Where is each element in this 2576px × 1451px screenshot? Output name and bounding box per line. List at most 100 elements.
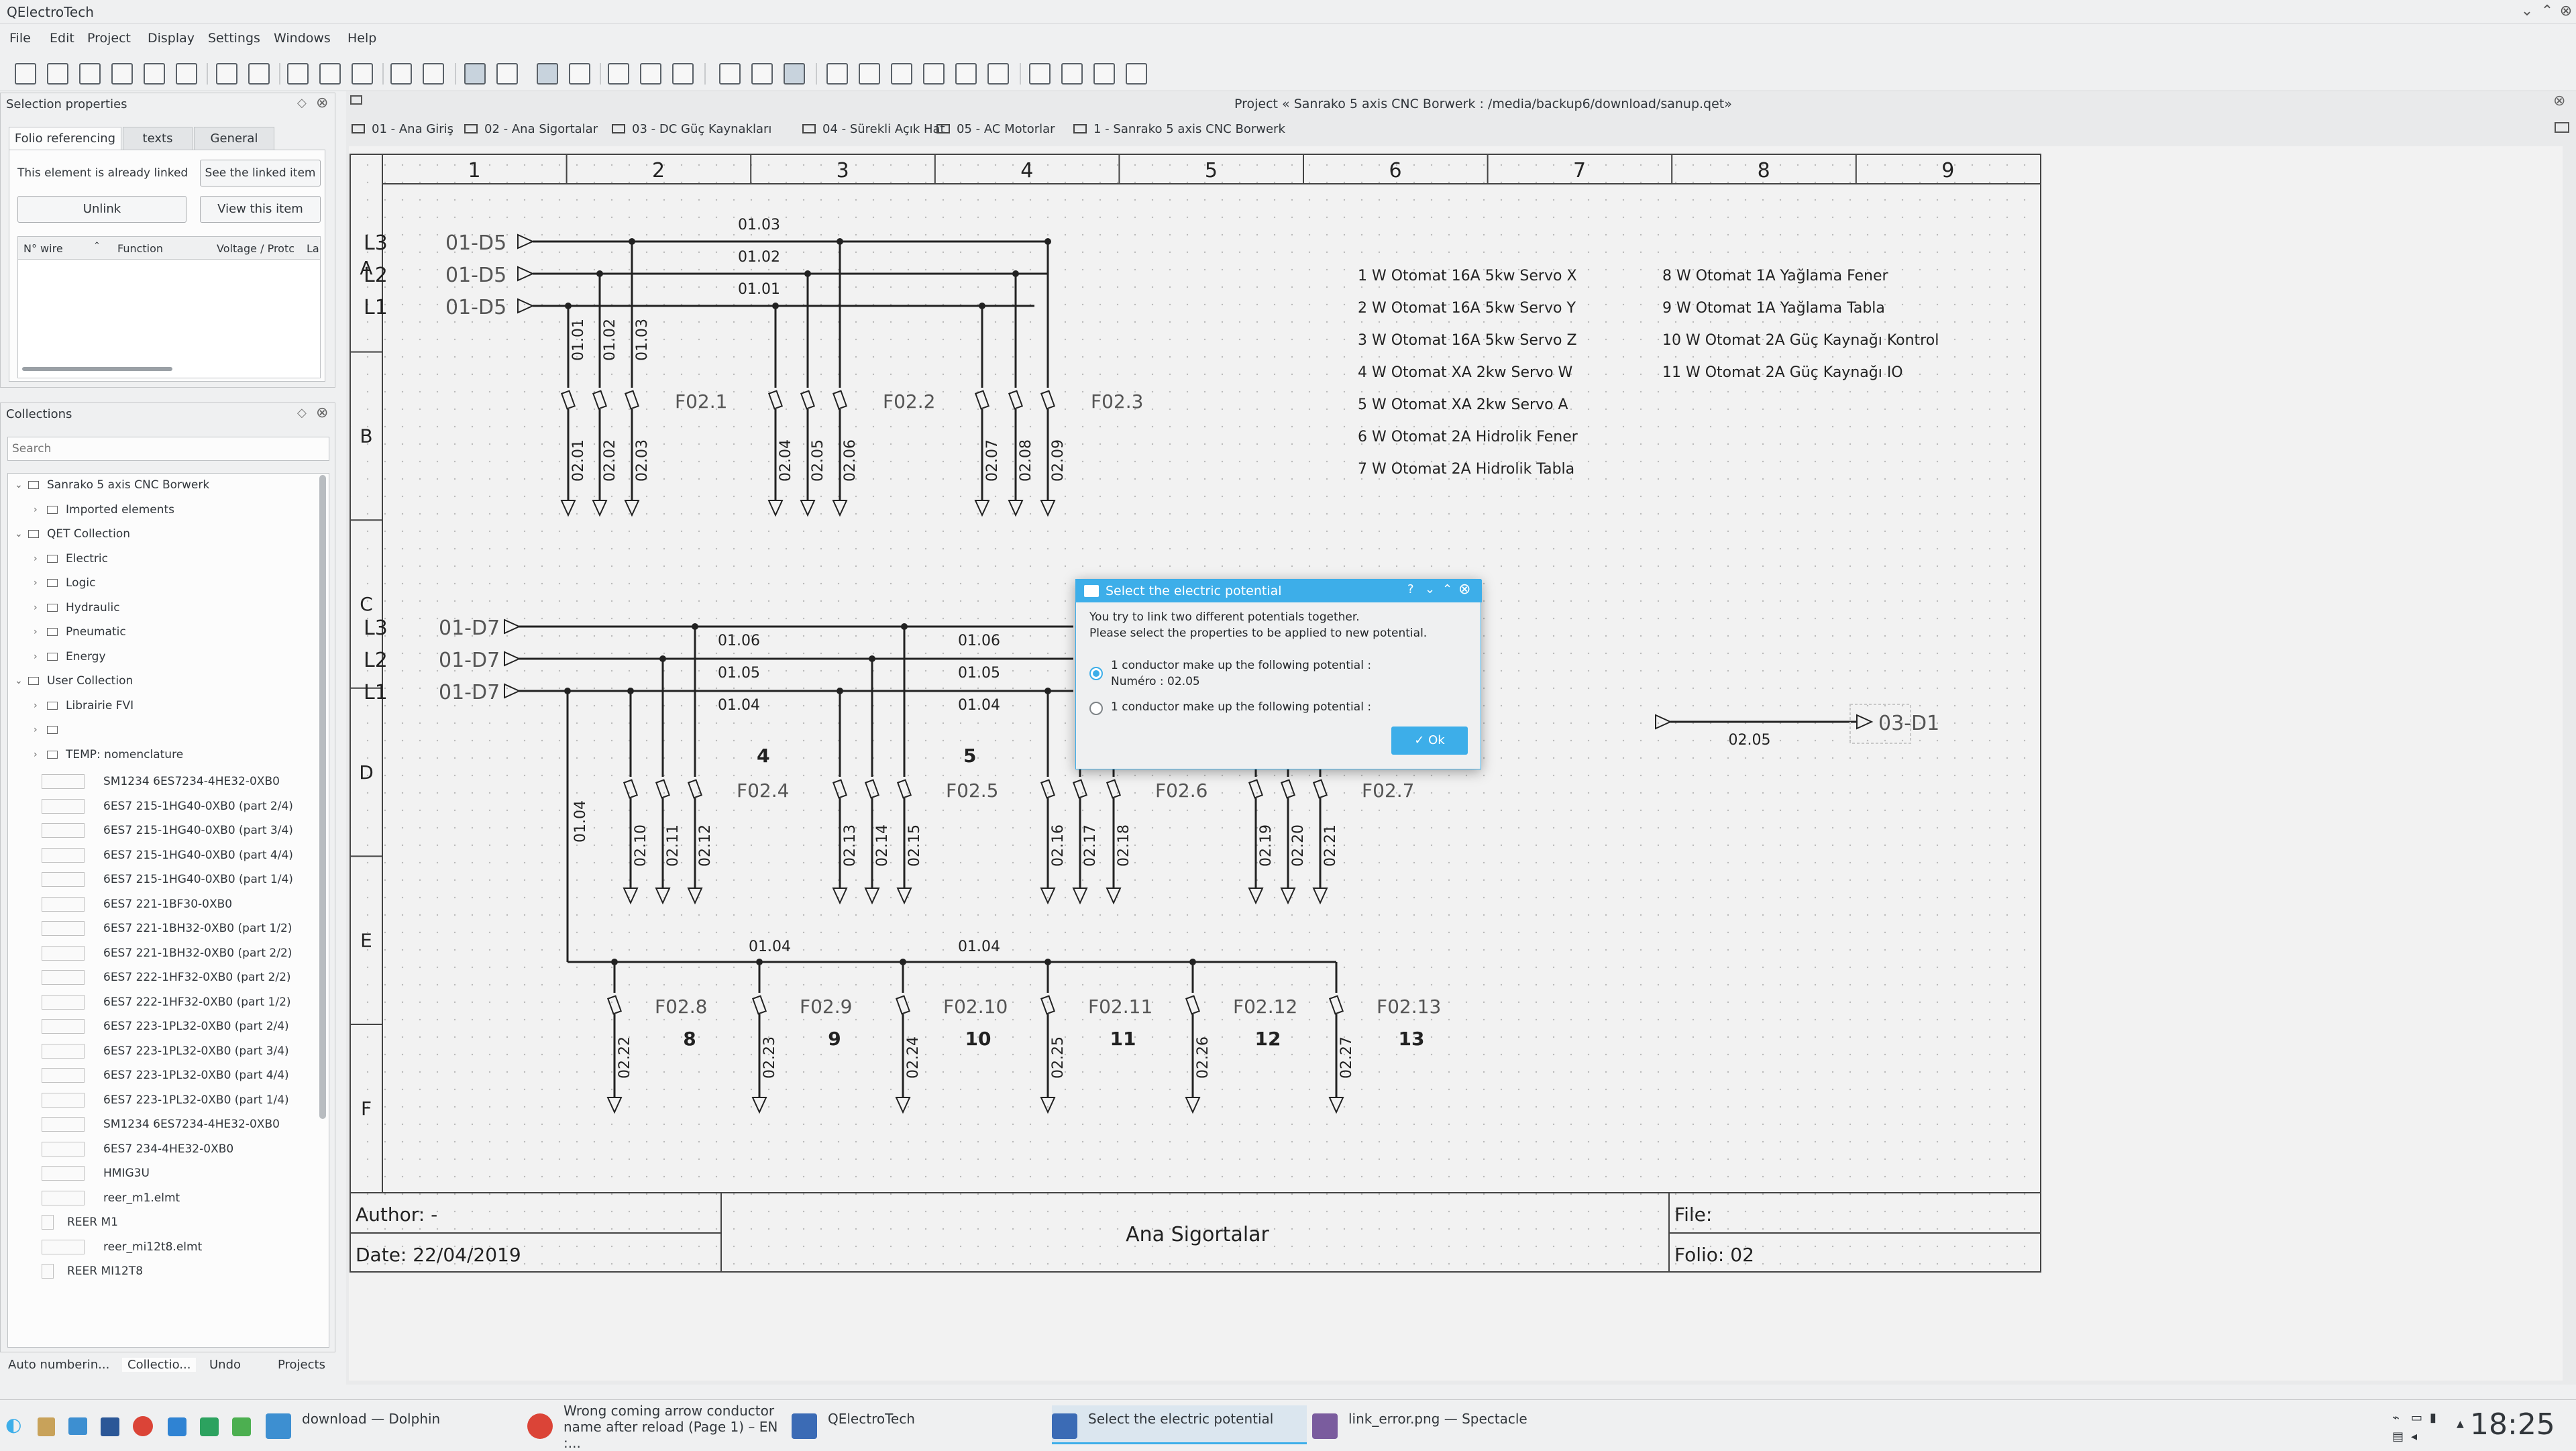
chevron-right-icon[interactable]: › [34,621,38,643]
collection-element[interactable]: 6ES7 221-1BF30-0XB0 [8,893,317,916]
app-icon[interactable] [232,1417,251,1436]
close-project-icon[interactable]: ⊗ [2553,93,2565,109]
collection-element[interactable]: reer_mi12t8.elmt [8,1236,317,1258]
zoom-fit-icon[interactable] [640,63,661,85]
task-select-potential[interactable]: Select the electric potential [1052,1405,1307,1444]
redo-icon[interactable] [248,63,270,85]
tab-general[interactable]: General [194,127,274,150]
wire-table[interactable]: N° wire ⌃ Function Voltage / Protc La [17,236,321,378]
tree-node[interactable]: ⌄ User Collection [8,669,317,692]
option1-label[interactable]: 1 conductor make up the following potent… [1111,659,1371,672]
collection-element[interactable]: REER MI12T8 [8,1260,317,1283]
option1-radio[interactable] [1089,667,1103,680]
tree-node[interactable]: ⌄ Sanrako 5 axis CNC Borwerk [8,474,317,496]
menu-file[interactable]: File [9,31,31,46]
tab-folio-03[interactable]: 03 - DC Güç Kaynakları [612,122,771,136]
tree-node[interactable]: › Logic [8,572,317,594]
collection-element[interactable]: 6ES7 221-1BH32-0XB0 (part 1/2) [8,917,317,940]
task-spectacle[interactable]: link_error.png — Spectacle [1312,1405,1567,1444]
tab-auto-numbering[interactable]: Auto numberin... [8,1358,109,1372]
chevron-right-icon[interactable]: › [34,743,38,766]
chevron-down-icon[interactable]: ⌄ [15,523,23,545]
tab-folio-01[interactable]: 01 - Ana Giriş [352,122,453,136]
column-header[interactable]: N° wire [23,242,63,255]
chevron-right-icon[interactable]: › [34,718,38,741]
tree-node[interactable]: ⌄ QET Collection [8,523,317,545]
collection-element[interactable]: 6ES7 222-1HF32-0XB0 (part 1/2) [8,991,317,1014]
chevron-right-icon[interactable]: › [34,498,38,521]
float-icon[interactable]: ◇ [297,96,307,110]
select-mode-icon[interactable] [464,63,486,85]
cut-icon[interactable] [287,63,309,85]
close-project-icon[interactable] [144,63,165,85]
network-icon[interactable]: ⌁ [2392,1411,2400,1425]
see-linked-item-button[interactable]: See the linked item [200,160,321,186]
collection-element[interactable]: reer_m1.elmt [8,1187,317,1210]
zoom-reset-icon[interactable] [672,63,694,85]
print-icon[interactable] [176,63,197,85]
task-qelectrotech[interactable]: QElectroTech [792,1405,1046,1444]
delete-icon[interactable] [390,63,412,85]
tab-folio-05[interactable]: 05 - AC Motorlar [936,122,1055,136]
tab-folio-04[interactable]: 04 - Sürekli Açık Hat [802,122,945,136]
horizontal-scrollbar[interactable] [22,367,172,371]
float-icon[interactable]: ◇ [297,406,307,420]
collection-element[interactable]: 6ES7 222-1HF32-0XB0 (part 2/2) [8,966,317,989]
chevron-right-icon[interactable]: › [34,547,38,570]
view-item-button[interactable]: View this item [200,196,321,223]
volume-icon[interactable]: ◂ [2411,1430,2417,1444]
collections-search-input[interactable] [7,437,329,461]
tab-folio-referencing[interactable]: Folio referencing [9,127,121,150]
save-icon[interactable] [79,63,101,85]
close-icon[interactable]: ⊗ [1458,581,1470,598]
close-icon[interactable]: ⊗ [316,95,328,111]
add-text-icon[interactable] [826,63,848,85]
collection-element[interactable]: 6ES7 223-1PL32-0XB0 (part 3/4) [8,1040,317,1063]
bring-forward-icon[interactable] [1029,63,1051,85]
collection-element[interactable]: 6ES7 215-1HG40-0XB0 (part 4/4) [8,844,317,867]
add-image-icon[interactable] [859,63,880,85]
display-icon[interactable]: ▭ [2411,1411,2422,1425]
undo-icon[interactable] [216,63,237,85]
screenshot-icon[interactable] [168,1417,186,1436]
collection-element[interactable]: SM1234 6ES7234-4HE32-0XB0 [8,1113,317,1136]
task-dolphin[interactable]: download — Dolphin [266,1405,514,1444]
close-icon[interactable]: ⊗ [316,405,328,421]
ok-button[interactable]: ✓ Ok [1391,727,1468,755]
add-folio-icon[interactable] [719,63,741,85]
app-launcher-icon[interactable]: ◐ [5,1413,21,1436]
option2-radio[interactable] [1089,702,1103,715]
tree-node[interactable]: › [8,718,317,741]
minimize-icon[interactable]: ⌄ [1425,582,1435,596]
collection-element[interactable]: 6ES7 223-1PL32-0XB0 (part 1/4) [8,1089,317,1112]
grid-icon[interactable] [537,63,558,85]
clock[interactable]: 18:25 [2470,1407,2555,1442]
new-project-icon[interactable] [15,63,36,85]
lower-icon[interactable] [1093,63,1115,85]
battery-icon[interactable]: ▮ [2430,1411,2436,1425]
undock-icon[interactable] [2555,122,2569,133]
help-icon[interactable]: ? [1407,582,1414,596]
app-icon[interactable] [200,1417,219,1436]
tree-node[interactable]: › Pneumatic [8,621,317,643]
vertical-scrollbar[interactable] [319,475,326,1119]
save-as-icon[interactable] [111,63,133,85]
collection-element[interactable]: 6ES7 223-1PL32-0XB0 (part 2/4) [8,1015,317,1038]
collection-element[interactable]: 6ES7 215-1HG40-0XB0 (part 2/4) [8,795,317,818]
collections-tree[interactable]: ⌄ Sanrako 5 axis CNC Borwerk › Imported ele… [7,473,329,1348]
tab-collections[interactable]: Collectio... [122,1358,197,1372]
copy-icon[interactable] [319,63,341,85]
maximize-icon[interactable]: ⌃ [1442,582,1452,596]
tree-node[interactable]: › Hydraulic [8,596,317,619]
collection-element[interactable]: 6ES7 215-1HG40-0XB0 (part 1/4) [8,868,317,891]
chevron-down-icon[interactable]: ⌄ [15,669,23,692]
close-icon[interactable]: ⊗ [2557,3,2575,20]
tab-folio-1[interactable]: 1 - Sanrako 5 axis CNC Borwerk [1073,122,1285,136]
raise-icon[interactable] [1061,63,1083,85]
tab-folio-02[interactable]: 02 - Ana Sigortalar [464,122,598,136]
tree-node[interactable]: › Librairie FVI [8,694,317,717]
chevron-right-icon[interactable]: › [34,645,38,668]
tab-undo[interactable]: Undo [209,1358,241,1372]
chevron-down-icon[interactable]: ⌄ [15,474,23,496]
column-header[interactable]: La [307,242,319,255]
